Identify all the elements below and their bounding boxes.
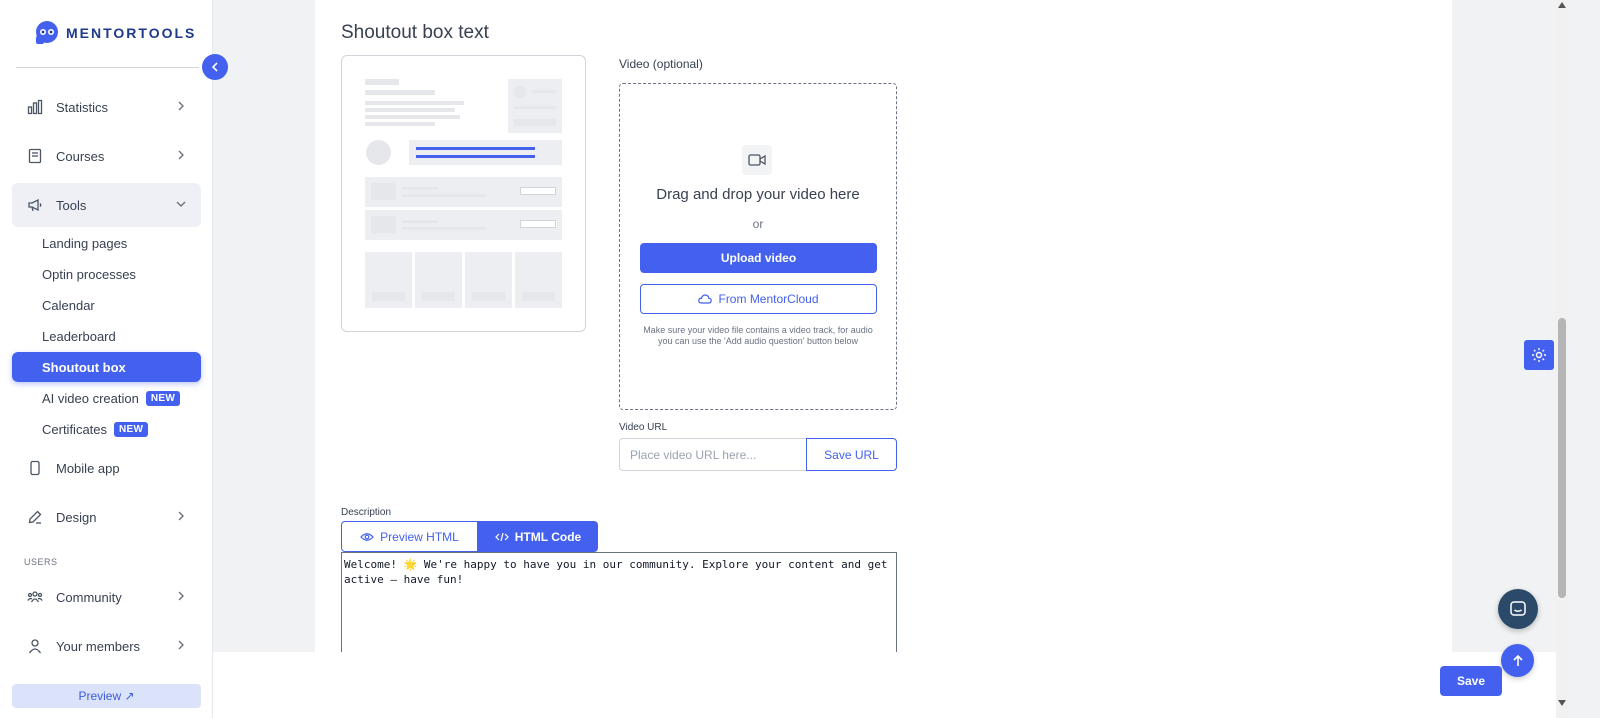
scroll-up-icon[interactable] [1558,2,1566,8]
pencil-icon [26,508,44,526]
sidebar-subitem-label: Leaderboard [42,328,116,344]
sidebar-item-label: Statistics [56,99,109,115]
video-camera-icon [742,145,772,175]
shoutout-layout-preview [341,55,586,332]
mentortools-logo-icon [36,21,58,44]
sidebar-item-label: Mobile app [56,460,120,476]
save-url-button[interactable]: Save URL [806,438,897,471]
page-scrollbar[interactable] [1556,0,1568,718]
chevron-right-icon [178,511,184,521]
bottom-action-bar [213,652,1556,718]
sidebar-item-label: Your members [56,638,141,654]
upload-video-button[interactable]: Upload video [640,243,877,273]
sidebar-subitem-shoutout-box[interactable]: Shoutout box [12,352,201,382]
eye-icon [360,532,374,541]
tab-html-code[interactable]: HTML Code [478,521,598,552]
users-section-label: USERS [24,557,58,567]
scroll-to-top-button[interactable] [1501,644,1534,677]
from-mentorcloud-button[interactable]: From MentorCloud [640,284,877,314]
collapse-sidebar-button[interactable] [202,54,228,80]
sidebar-subitem-ai-video-creation[interactable]: AI video creation NEW [12,383,201,413]
chevron-right-icon [178,101,184,111]
sidebar-subitem-label: Landing pages [42,235,128,251]
sidebar-item-label: Community [56,589,122,605]
save-button[interactable]: Save [1440,666,1502,696]
sidebar-subitem-label: Shoutout box [42,359,126,375]
sidebar-item-label: Design [56,509,97,525]
chat-support-button[interactable] [1498,589,1538,629]
new-badge: NEW [114,421,149,437]
bar-chart-icon [26,98,44,116]
phone-icon [26,459,44,477]
chevron-down-icon [176,201,186,207]
page-title: Shoutout box text [341,22,489,43]
preview-button[interactable]: Preview ↗ [12,684,201,708]
video-url-label: Video URL [619,422,668,433]
from-mentorcloud-label: From MentorCloud [718,292,819,306]
new-badge: NEW [145,390,181,406]
drag-drop-text: Drag and drop your video here [656,186,860,203]
tab-preview-html-label: Preview HTML [380,529,459,544]
sidebar-item-design[interactable]: Design [12,495,201,539]
gear-icon [1532,348,1546,362]
sidebar-item-statistics[interactable]: Statistics [12,85,201,129]
sidebar-item-label: Tools [56,197,87,213]
scrollbar-thumb[interactable] [1558,318,1566,598]
sidebar-subitem-label: Optin processes [42,266,136,282]
user-icon [26,637,44,655]
tab-html-code-label: HTML Code [514,529,582,544]
sidebar-subitem-leaderboard[interactable]: Leaderboard [12,321,201,351]
chevron-right-icon [178,591,184,601]
chevron-left-icon [211,62,218,72]
video-optional-label: Video (optional) [619,57,703,71]
settings-button[interactable] [1524,340,1554,370]
chevron-right-icon [178,640,184,650]
sidebar-item-mobile-app[interactable]: Mobile app [12,446,201,490]
sidebar-subitem-certificates[interactable]: Certificates NEW [12,414,201,444]
sidebar: MENTORTOOLS Statistics Courses Tools Lan… [0,0,213,718]
sidebar-divider [16,67,199,68]
sidebar-subitem-optin-processes[interactable]: Optin processes [12,259,201,289]
sidebar-item-community[interactable]: Community [12,575,201,619]
description-label: Description [341,507,392,518]
megaphone-icon [26,196,44,214]
video-hint-text: Make sure your video file contains a vid… [643,325,873,346]
sidebar-item-your-members[interactable]: Your members [12,624,201,668]
html-code-editor[interactable]: Welcome! 🌟 We're happy to have you in ou… [341,552,897,652]
scroll-down-icon[interactable] [1558,700,1566,706]
logo-text: MENTORTOOLS [66,25,197,41]
cloud-icon [698,294,713,304]
sidebar-item-label: Courses [56,148,105,164]
code-icon [494,532,509,541]
sidebar-item-tools[interactable]: Tools [12,183,201,227]
video-url-input[interactable] [619,438,807,471]
chevron-right-icon [178,150,184,160]
arrow-up-icon [1512,654,1523,666]
sidebar-item-courses[interactable]: Courses [12,134,201,178]
sidebar-subitem-label: Certificates [42,421,108,437]
group-icon [26,588,44,606]
book-icon [26,147,44,165]
tab-preview-html[interactable]: Preview HTML [341,521,478,552]
chat-icon [1510,601,1526,616]
sidebar-subitem-landing-pages[interactable]: Landing pages [12,228,201,258]
sidebar-subitem-calendar[interactable]: Calendar [12,290,201,320]
or-separator: or [752,217,764,231]
sidebar-subitem-label: AI video creation [42,390,139,406]
logo[interactable]: MENTORTOOLS [34,20,196,46]
sidebar-subitem-label: Calendar [42,297,95,313]
